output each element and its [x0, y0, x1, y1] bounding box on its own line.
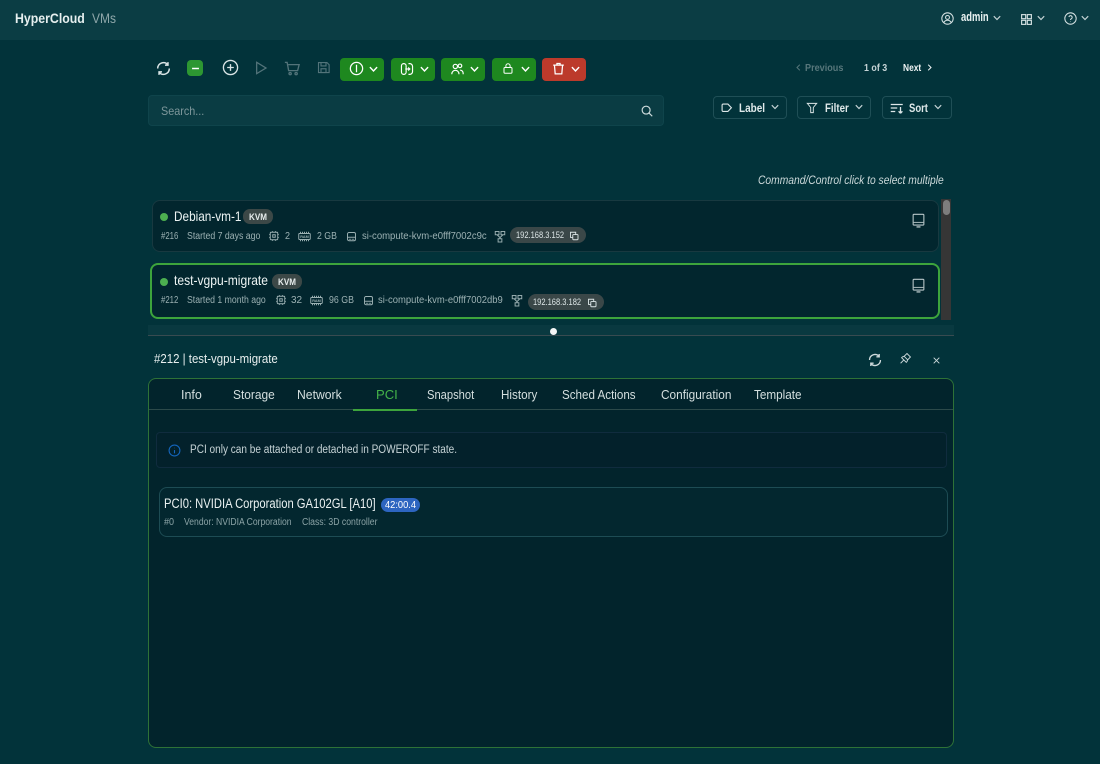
- svg-text:RAM: RAM: [312, 299, 321, 303]
- svg-text:RAM: RAM: [301, 234, 310, 238]
